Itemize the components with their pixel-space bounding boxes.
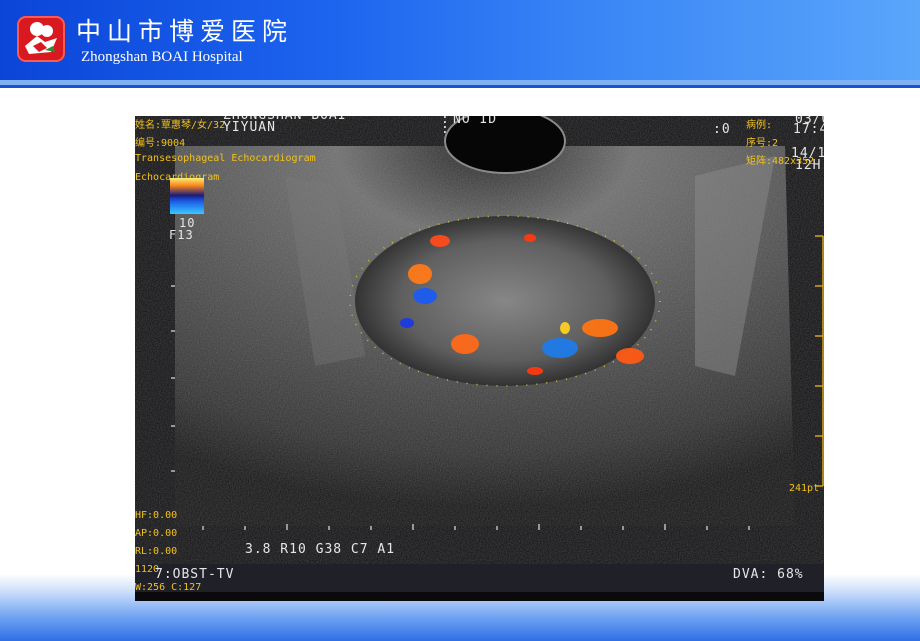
ultrasound-scan-graphic [135, 116, 824, 592]
frame-label: F13 [169, 228, 194, 242]
rl-value: RL:0.00 [135, 546, 178, 557]
ultrasound-image: ZHONGSHAN BOAI YIYUAN : : NO ID :0 03/0 … [135, 116, 824, 601]
dva-readout: DVA: 68% [733, 567, 804, 582]
depth-label: 241pt [789, 483, 820, 494]
probe-preset: 7:OBST-TV [155, 567, 235, 582]
exam-time: 17:4 [793, 122, 824, 137]
ap-value: AP:0.00 [135, 528, 178, 539]
patient-number: 编号:9004 [135, 138, 186, 149]
exam-type-line1: Transesophageal Echocardiogram [135, 153, 316, 164]
hospital-name-chinese: 中山市博爱医院 [76, 17, 294, 46]
colon-marker: : [441, 122, 450, 137]
patient-name: 姓名:覃惠琴/女/32 [135, 120, 226, 131]
frame-zero-readout: :0 [713, 122, 731, 137]
hf-value: HF:0.00 [135, 510, 178, 521]
header-divider-dark [0, 85, 920, 88]
case-number: 病例: [746, 120, 773, 131]
window-level: W:256 C:127 [135, 582, 202, 593]
boai-hospital-logo-icon [17, 16, 65, 62]
scan-parameters: 3.8 R10 G38 C7 A1 [245, 542, 396, 557]
matrix-size: 矩阵:482x352 [746, 156, 815, 167]
device-header-text: ZHONGSHAN BOAI YIYUAN [223, 116, 346, 135]
doppler-color-scale [170, 178, 204, 214]
header-banner: 中山市博爱医院 Zhongshan BOAI Hospital [0, 0, 920, 80]
sequence-number: 序号:2 [746, 138, 779, 149]
hospital-name-english: Zhongshan BOAI Hospital [81, 49, 243, 65]
patient-id-status: NO ID [453, 116, 498, 127]
